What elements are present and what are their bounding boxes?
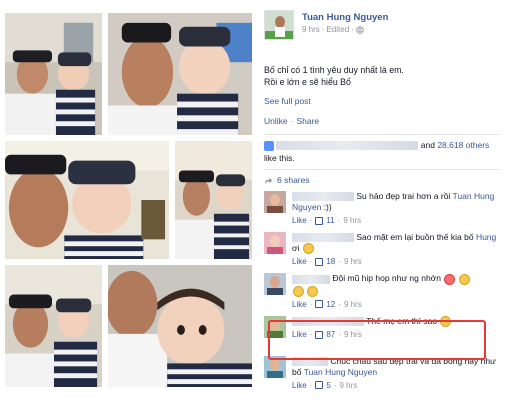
post-timestamp[interactable]: 9 hrs xyxy=(302,25,320,34)
comment-footer: Like · 5 · 9 hrs xyxy=(292,380,358,391)
comment-footer: Like · 12 · 9 hrs xyxy=(292,299,362,310)
photo-5[interactable] xyxy=(4,264,103,388)
laugh-emoji-icon xyxy=(293,285,304,297)
post-header: Tuan Hung Nguyen 9 hrs · Edited · xyxy=(264,10,500,42)
comment-item: Chúc cháu sau đẹp trai và đá bóng hay nh… xyxy=(264,355,500,391)
comment-like-icon xyxy=(315,381,324,390)
photo-6[interactable] xyxy=(107,264,253,388)
comment-like-count[interactable]: 18 xyxy=(326,256,335,267)
comment-like-icon xyxy=(315,257,324,266)
laugh-emoji-icon xyxy=(307,285,319,297)
post-actions: Unlike · Share xyxy=(264,116,320,126)
comment-text: Đội mũ hip hop như ng nhớn xyxy=(332,273,441,284)
smile-emoji-icon xyxy=(302,243,314,255)
like-thumb-icon xyxy=(264,140,274,151)
comment-text: Sao mặt em lại buồn thế kia bố xyxy=(356,232,474,242)
comment-like-button[interactable]: Like xyxy=(292,299,307,310)
feedback-section: and 28,618 others like this. 6 shares Su… xyxy=(264,134,500,391)
comment-like-count[interactable]: 11 xyxy=(326,215,334,226)
commenter-name-blurred[interactable] xyxy=(292,233,354,243)
post-text-line-2: Rồi e lớn e sẽ hiểu Bố xyxy=(264,77,351,87)
post-text-line-1: Bố chỉ có 1 tình yêu duy nhất là em. xyxy=(264,65,404,75)
post-message: Bố chỉ có 1 tình yêu duy nhất là em. Rồi… xyxy=(264,64,500,88)
comment-like-button[interactable]: Like xyxy=(292,329,307,340)
grin-emoji-icon xyxy=(458,273,470,285)
photo-2[interactable] xyxy=(107,12,253,136)
likes-summary: and 28,618 others like this. xyxy=(264,135,500,164)
comment-footer: Like · 87 · 9 hrs xyxy=(292,329,362,340)
comment-like-icon xyxy=(315,300,324,309)
smile-emoji-icon xyxy=(440,316,452,327)
author-name-link[interactable]: Tuan Hung Nguyen xyxy=(302,12,388,23)
share-icon xyxy=(264,176,273,185)
shares-link[interactable]: 6 shares xyxy=(277,175,310,185)
comment-mention-link[interactable]: Tuan Hung Nguyen xyxy=(304,367,377,377)
comment-like-count[interactable]: 5 xyxy=(326,380,330,391)
edited-label[interactable]: Edited xyxy=(326,25,349,34)
comment-like-button[interactable]: Like xyxy=(292,256,307,267)
comment-time[interactable]: 9 hrs xyxy=(344,256,362,267)
comment-like-count[interactable]: 87 xyxy=(326,329,335,340)
comment-avatar[interactable] xyxy=(264,232,286,254)
photo-3[interactable] xyxy=(4,140,170,260)
comment-time[interactable]: 9 hrs xyxy=(344,329,362,340)
comment-avatar[interactable] xyxy=(264,315,286,338)
comment-avatar[interactable] xyxy=(264,355,286,378)
photo-collage xyxy=(0,0,258,400)
unlike-button[interactable]: Unlike xyxy=(264,116,288,126)
comment-suffix: ơi xyxy=(292,243,300,253)
see-full-post-link[interactable]: See full post xyxy=(264,96,311,106)
comment-item: Su hảo đẹp trai hơn a rồi Tuan Hung Nguy… xyxy=(264,191,500,226)
post-panel: Tuan Hung Nguyen 9 hrs · Edited · Bố chỉ… xyxy=(264,10,500,391)
comment-item: Sao mặt em lại buồn thế kia bố Hung ơi L… xyxy=(264,232,500,267)
likes-others-link[interactable]: 28,618 others xyxy=(437,140,489,150)
comment-avatar[interactable] xyxy=(264,191,286,213)
commenter-name-blurred[interactable] xyxy=(292,317,364,326)
comment-suffix: :)) xyxy=(323,202,332,212)
likes-and-text: and xyxy=(420,140,435,150)
share-button[interactable]: Share xyxy=(296,116,319,126)
comment-like-button[interactable]: Like xyxy=(292,215,307,226)
comment-avatar[interactable] xyxy=(264,273,286,296)
author-avatar[interactable] xyxy=(264,10,294,40)
comment-item-highlighted: Thế mẹ em thì sao Like · 87 · 9 hrs xyxy=(264,315,500,350)
comment-like-button[interactable]: Like xyxy=(292,380,307,391)
shares-row: 6 shares xyxy=(264,169,500,185)
devil-emoji-icon xyxy=(444,273,456,285)
comment-item: Đội mũ hip hop như ng nhớn Like · 12 · 9 h… xyxy=(264,273,500,310)
commenter-name-blurred[interactable] xyxy=(292,274,330,284)
commenter-name-blurred[interactable] xyxy=(292,357,328,366)
photo-4[interactable] xyxy=(174,140,253,260)
comment-time[interactable]: 9 hrs xyxy=(339,380,357,391)
globe-icon[interactable] xyxy=(356,25,364,34)
comment-time[interactable]: 9 hrs xyxy=(344,299,362,310)
commenter-name-blurred[interactable] xyxy=(292,192,354,202)
comment-like-icon xyxy=(315,330,324,339)
comment-like-icon xyxy=(315,216,324,225)
comment-time[interactable]: 9 hrs xyxy=(343,215,361,226)
comment-mention-link[interactable]: Hung xyxy=(476,232,496,242)
comment-like-count[interactable]: 12 xyxy=(326,299,335,310)
comment-footer: Like · 18 · 9 hrs xyxy=(292,256,362,267)
photo-1[interactable] xyxy=(4,12,103,136)
blurred-likers xyxy=(276,141,419,151)
comment-text: Thế mẹ em thì sao xyxy=(366,315,438,326)
comment-footer: Like · 11 · 9 hrs xyxy=(292,215,362,226)
post-meta: 9 hrs · Edited · xyxy=(302,25,388,34)
likes-like-this: like this. xyxy=(264,153,295,163)
comment-text: Su hảo đẹp trai hơn a rồi xyxy=(356,191,451,201)
